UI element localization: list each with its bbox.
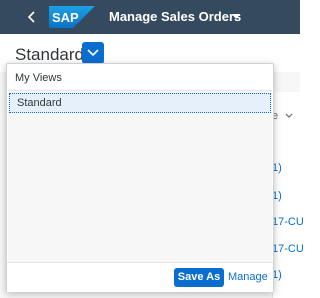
popover-footer: Save As Manage xyxy=(7,262,273,292)
chevron-down-icon xyxy=(285,113,293,118)
caret-down-icon[interactable] xyxy=(232,14,240,20)
variant-list: Standard xyxy=(8,90,272,263)
table-cell[interactable]: 17-CU xyxy=(272,216,304,228)
shell-bar: SAP Manage Sales Orders xyxy=(0,0,300,34)
sap-logo[interactable]: SAP xyxy=(49,6,95,28)
variant-item-standard[interactable]: Standard xyxy=(9,93,271,113)
variant-title: Standard* xyxy=(15,45,91,64)
variant-dropdown-button[interactable] xyxy=(82,42,104,64)
chevron-down-icon xyxy=(87,49,99,57)
table-cell[interactable]: 17-CU xyxy=(272,243,304,255)
svg-text:SAP: SAP xyxy=(52,10,79,25)
my-views-heading: My Views xyxy=(15,72,62,84)
save-as-button[interactable]: Save As xyxy=(174,268,224,287)
variant-popover: My Views Standard Save As Manage xyxy=(6,63,274,292)
back-icon[interactable] xyxy=(24,9,40,25)
app-title[interactable]: Manage Sales Orders xyxy=(109,9,241,24)
manage-button[interactable]: Manage xyxy=(228,268,268,287)
variant-item-label: Standard xyxy=(17,97,62,109)
table-column-header[interactable]: e xyxy=(272,110,293,122)
